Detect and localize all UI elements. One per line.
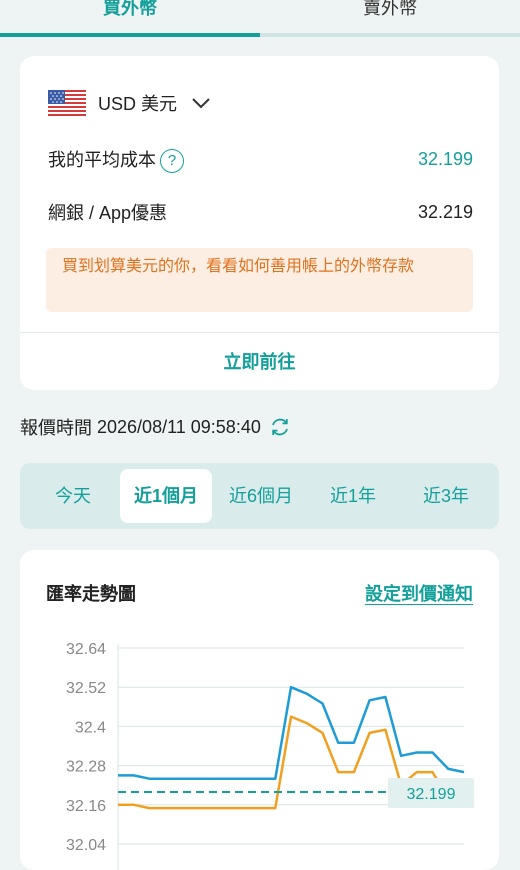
web-app-rate-row: 網銀 / App優惠 32.219: [48, 199, 473, 225]
divider: [20, 332, 499, 333]
tab-buy-currency[interactable]: 買外幣: [0, 0, 260, 20]
currency-label: USD 美元: [98, 94, 178, 114]
currency-card: USD 美元 我的平均成本? 32.199 網銀 / App優惠 32.219 …: [20, 56, 499, 390]
inactive-tab-indicator: [260, 33, 520, 37]
us-flag-icon: [48, 90, 86, 116]
y-tick-label: 32.04: [66, 837, 106, 854]
period-1-year[interactable]: 近1年: [310, 463, 396, 529]
exchange-rate-chart: 32.64 32.52 32.4 32.28 32.16 32.04 32.199: [66, 641, 474, 870]
currency-selector[interactable]: USD 美元: [48, 88, 211, 118]
quote-time-row: 報價時間 2026/08/11 09:58:40: [20, 414, 291, 440]
period-selector: 今天 近1個月 近6個月 近1年 近3年: [20, 463, 499, 529]
active-tab-indicator: [0, 33, 260, 37]
period-6-months[interactable]: 近6個月: [214, 463, 308, 529]
avg-cost-row: 我的平均成本? 32.199: [48, 146, 473, 174]
avg-cost-chart-label: 32.199: [407, 786, 456, 803]
help-icon[interactable]: ?: [160, 149, 184, 174]
avg-cost-label: 我的平均成本: [48, 150, 156, 170]
period-1-month[interactable]: 近1個月: [120, 469, 212, 523]
y-tick-label: 32.4: [75, 719, 106, 736]
quote-time-label: 報價時間: [20, 418, 92, 438]
series-line-0: [118, 685, 465, 780]
quote-time-value: 2026/08/11 09:58:40: [97, 416, 261, 437]
chart-card: 匯率走勢圖 設定到價通知 32.64 32.52 32.4 32.28 32.16 32.…: [20, 550, 499, 870]
avg-cost-value: 32.199: [417, 149, 473, 170]
tab-sell-currency[interactable]: 賣外幣: [260, 0, 520, 20]
web-app-label: 網銀 / App優惠: [48, 203, 168, 223]
chevron-down-icon: [192, 98, 210, 109]
period-3-years[interactable]: 近3年: [400, 463, 492, 529]
y-tick-label: 32.52: [66, 680, 106, 697]
refresh-icon[interactable]: [269, 416, 291, 438]
y-tick-label: 32.28: [66, 759, 106, 776]
y-tick-label: 32.16: [66, 798, 106, 815]
y-tick-label: 32.64: [66, 641, 106, 658]
period-today[interactable]: 今天: [28, 463, 118, 529]
promo-banner[interactable]: 買到划算美元的你，看看如何善用帳上的外幣存款: [46, 248, 473, 312]
web-app-value: 32.219: [417, 201, 473, 222]
go-now-button[interactable]: 立即前往: [20, 348, 499, 374]
currency-tabs: 買外幣 賣外幣: [0, 0, 520, 38]
